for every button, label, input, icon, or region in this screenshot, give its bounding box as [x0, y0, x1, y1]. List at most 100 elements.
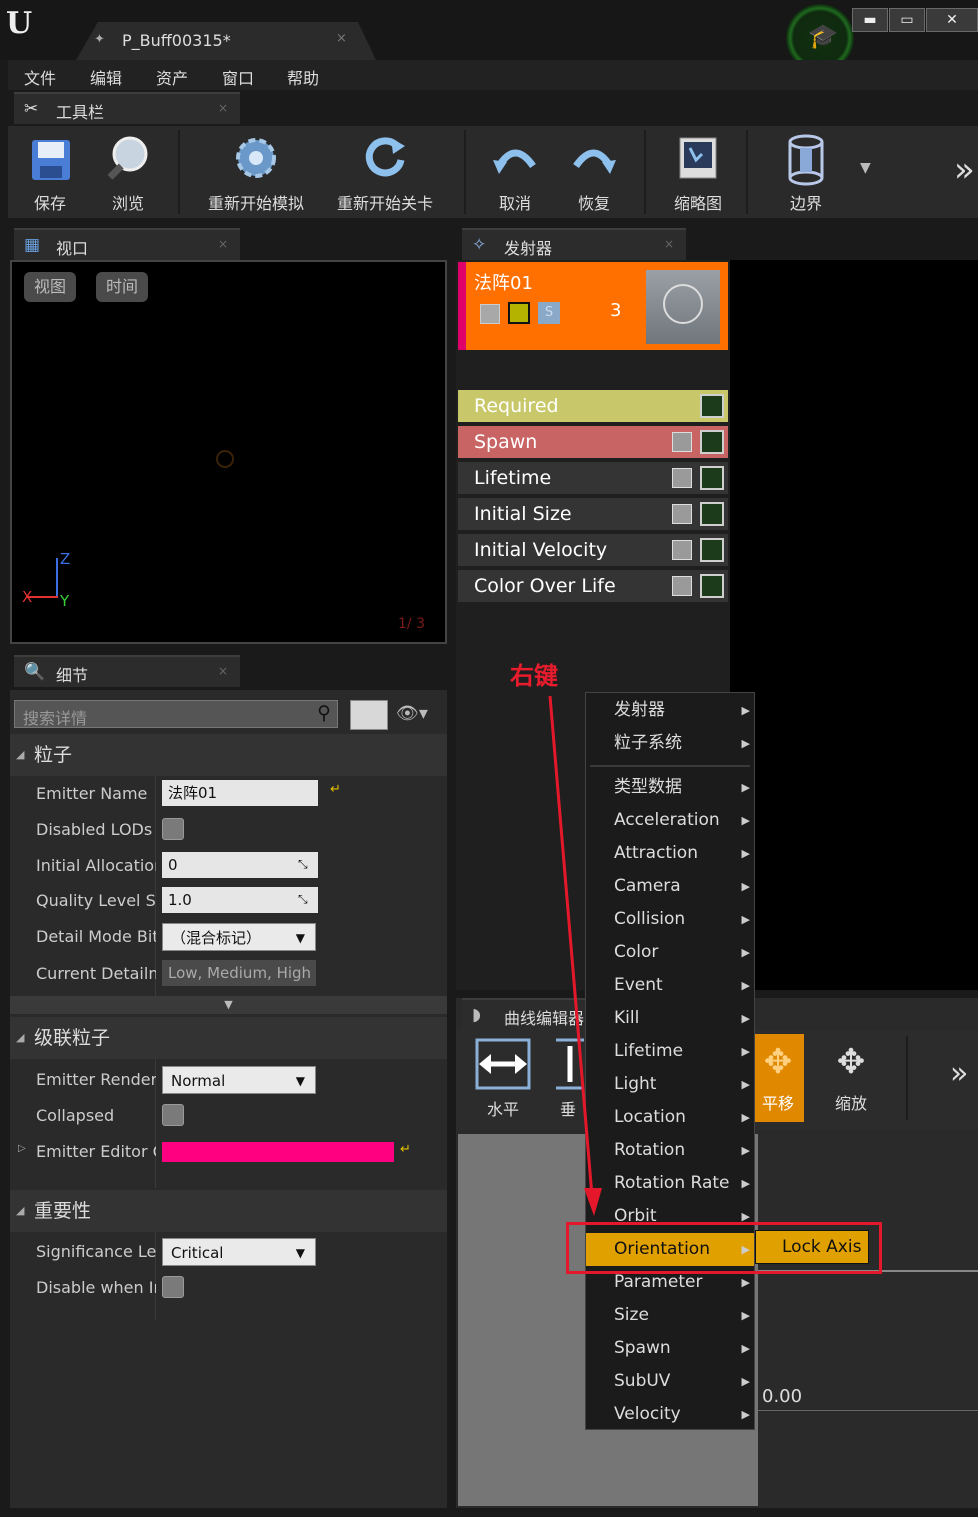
menu-item-5[interactable]: Camera ▶ — [586, 870, 754, 903]
menu-asset[interactable]: 资产 — [156, 65, 188, 89]
close-icon[interactable]: × — [664, 237, 674, 251]
reset-icon[interactable]: ↵ — [400, 1142, 411, 1157]
document-tab[interactable]: ✦ P_Buff00315* × — [76, 22, 376, 60]
initial-allocation-field[interactable]: 0 — [162, 852, 318, 878]
pan-button[interactable]: ✥ 平移 — [752, 1034, 804, 1122]
section-particle[interactable]: ◢ 粒子 — [10, 734, 447, 776]
curve-graph-icon[interactable] — [700, 430, 724, 454]
curve-graph-icon[interactable] — [700, 538, 724, 562]
editor-color-swatch[interactable] — [162, 1142, 394, 1162]
curve-graph-icon[interactable] — [700, 394, 724, 418]
curve-toolbar-more-icon[interactable]: » — [950, 1056, 968, 1091]
menu-item-19[interactable]: Spawn ▶ — [586, 1332, 754, 1365]
menu-item-7[interactable]: Color ▶ — [586, 936, 754, 969]
module-color-over-life[interactable]: Color Over Life — [458, 570, 728, 602]
disable-when-checkbox[interactable] — [162, 1276, 184, 1298]
render-mode-dropdown[interactable]: Normal ▼ — [162, 1066, 316, 1094]
section-cascade[interactable]: ◢ 级联粒子 — [10, 1017, 447, 1059]
emitter-empty-area[interactable] — [730, 260, 978, 990]
disabled-lods-checkbox[interactable] — [162, 818, 184, 840]
menu-item-0[interactable]: 发射器 ▶ — [586, 694, 754, 727]
quality-level-field[interactable]: 1.0 — [162, 887, 318, 913]
viewport[interactable]: 视图 时间 Z X Y 1/ 3 — [10, 260, 447, 644]
tab-details[interactable]: 🔍 细节 × — [14, 655, 240, 687]
menu-item-label: Collision — [614, 909, 686, 929]
emitter-name-field[interactable]: 法阵01 — [162, 780, 318, 806]
module-initial-size[interactable]: Initial Size — [458, 498, 728, 530]
significance-dropdown[interactable]: Critical ▼ — [162, 1238, 316, 1266]
section-significance[interactable]: ◢ 重要性 — [10, 1190, 447, 1232]
close-icon[interactable]: × — [336, 31, 347, 46]
expand-advanced-icon[interactable]: ▼ — [10, 996, 447, 1014]
menu-item-6[interactable]: Collision ▶ — [586, 903, 754, 936]
menu-item-9[interactable]: Kill ▶ — [586, 1002, 754, 1035]
menu-edit[interactable]: 编辑 — [90, 65, 122, 89]
reset-icon[interactable]: ↵ — [330, 782, 341, 797]
chevron-down-icon[interactable]: ▼ — [860, 160, 871, 176]
toolbar-more-icon[interactable]: » — [954, 150, 975, 190]
detail-mode-dropdown[interactable]: （混合标记） ▼ — [162, 923, 316, 951]
menu-item-21[interactable]: Velocity ▶ — [586, 1398, 754, 1431]
module-spawn[interactable]: Spawn — [458, 426, 728, 458]
maximize-button[interactable]: ▭ — [889, 8, 925, 32]
menu-item-14[interactable]: Rotation Rate ▶ — [586, 1167, 754, 1200]
restart-level-button[interactable]: 重新开始关卡 — [337, 126, 433, 218]
menu-item-18[interactable]: Size ▶ — [586, 1299, 754, 1332]
view-button[interactable]: 视图 — [24, 272, 77, 302]
minimize-button[interactable]: ▬ — [852, 8, 888, 32]
close-button[interactable]: ✕ — [926, 8, 978, 32]
zoom-button[interactable]: ✥ 缩放 — [818, 1034, 884, 1124]
resize-icon[interactable]: ⤡ — [298, 857, 308, 872]
module-lifetime[interactable]: Lifetime — [458, 462, 728, 494]
tab-toolbar[interactable]: ✂ 工具栏 × — [14, 92, 240, 124]
tab-viewport[interactable]: ▦ 视口 × — [14, 228, 240, 260]
thumbnail-button[interactable]: 缩略图 — [658, 126, 738, 218]
menu-item-12[interactable]: Location ▶ — [586, 1101, 754, 1134]
curve-graph[interactable] — [758, 1134, 978, 1506]
close-icon[interactable]: × — [218, 101, 228, 115]
menu-item-4[interactable]: Attraction ▶ — [586, 837, 754, 870]
menu-item-3[interactable]: Acceleration ▶ — [586, 804, 754, 837]
redo-button[interactable]: 恢复 — [554, 126, 634, 218]
menu-item-2[interactable]: 类型数据 ▶ — [586, 771, 754, 804]
restart-sim-button[interactable]: 重新开始模拟 — [208, 126, 304, 218]
tab-emitters[interactable]: ✧ 发射器 × — [462, 228, 686, 260]
module-enable-checkbox[interactable] — [672, 540, 692, 560]
menu-item-1[interactable]: 粒子系统 ▶ — [586, 727, 754, 760]
module-enable-checkbox[interactable] — [672, 576, 692, 596]
emitter-enable-checkbox[interactable] — [480, 304, 500, 324]
menu-item-13[interactable]: Rotation ▶ — [586, 1134, 754, 1167]
module-enable-checkbox[interactable] — [672, 432, 692, 452]
module-enable-checkbox[interactable] — [672, 468, 692, 488]
browse-button[interactable]: 浏览 — [88, 126, 168, 218]
menu-item-20[interactable]: SubUV ▶ — [586, 1365, 754, 1398]
bounds-button[interactable]: 边界 — [766, 126, 846, 218]
search-input[interactable]: 搜索详情 ⚲ — [14, 700, 338, 728]
emitter-header[interactable]: 法阵01 S 3 — [458, 262, 728, 350]
menu-help[interactable]: 帮助 — [287, 65, 319, 89]
curve-graph-icon[interactable] — [700, 502, 724, 526]
horizontal-button[interactable]: 水平 — [470, 1036, 536, 1126]
particle-count: 3 — [610, 300, 622, 321]
menu-item-11[interactable]: Light ▶ — [586, 1068, 754, 1101]
menu-file[interactable]: 文件 — [24, 65, 56, 89]
menu-item-label: Spawn — [614, 1338, 671, 1358]
render-mode-icon[interactable] — [508, 302, 530, 324]
solo-toggle[interactable]: S — [538, 302, 560, 324]
menu-item-10[interactable]: Lifetime ▶ — [586, 1035, 754, 1068]
close-icon[interactable]: × — [218, 237, 228, 251]
expand-icon[interactable]: ▷ — [18, 1143, 26, 1154]
time-button[interactable]: 时间 — [96, 272, 149, 302]
module-enable-checkbox[interactable] — [672, 504, 692, 524]
module-required[interactable]: Required — [458, 390, 728, 422]
curve-graph-icon[interactable] — [700, 574, 724, 598]
close-icon[interactable]: × — [218, 664, 228, 678]
collapsed-checkbox[interactable] — [162, 1104, 184, 1126]
resize-icon[interactable]: ⤡ — [298, 892, 308, 907]
module-initial-velocity[interactable]: Initial Velocity — [458, 534, 728, 566]
eye-icon[interactable]: 👁▾ — [396, 703, 428, 724]
menu-item-8[interactable]: Event ▶ — [586, 969, 754, 1002]
menu-window[interactable]: 窗口 — [222, 65, 254, 89]
property-matrix-icon[interactable] — [350, 700, 388, 730]
curve-graph-icon[interactable] — [700, 466, 724, 490]
